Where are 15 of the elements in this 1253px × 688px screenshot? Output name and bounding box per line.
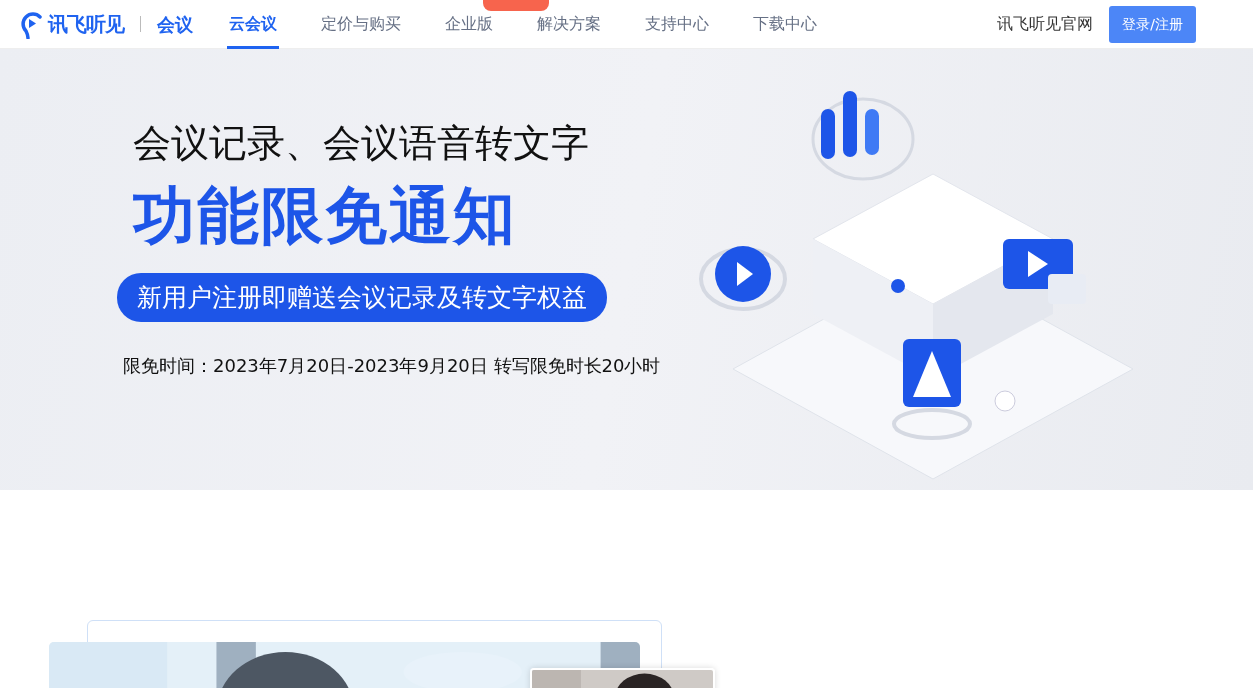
official-site-link[interactable]: 讯飞听见官网 — [997, 12, 1094, 36]
nav-tab[interactable]: 支持中心 — [643, 0, 711, 49]
banner-headline: 会议记录、会议语音转文字 — [133, 121, 590, 167]
banner-title: 功能限免通知 — [133, 178, 518, 253]
nav-tab[interactable]: 解决方案 — [535, 0, 603, 49]
ear-logo-icon — [20, 9, 44, 39]
promo-pill: 新用户注册即赠送会议记录及转文字权益 — [117, 273, 607, 323]
nav-tab[interactable]: 下载中心 — [751, 0, 819, 49]
brand-name[interactable]: 讯飞听见 — [48, 9, 124, 39]
nav-tab[interactable]: 定价与购买 — [319, 0, 403, 49]
nav-tab[interactable]: 企业版 — [443, 0, 495, 49]
login-button[interactable]: 登录/注册 — [1109, 5, 1196, 43]
product-name: 会议 — [157, 12, 193, 37]
promo-period: 限免时间：2023年7月20日-2023年9月20日 转写限免时长20小时 — [123, 354, 662, 379]
nav-tab[interactable]: 云会议 — [227, 0, 279, 49]
